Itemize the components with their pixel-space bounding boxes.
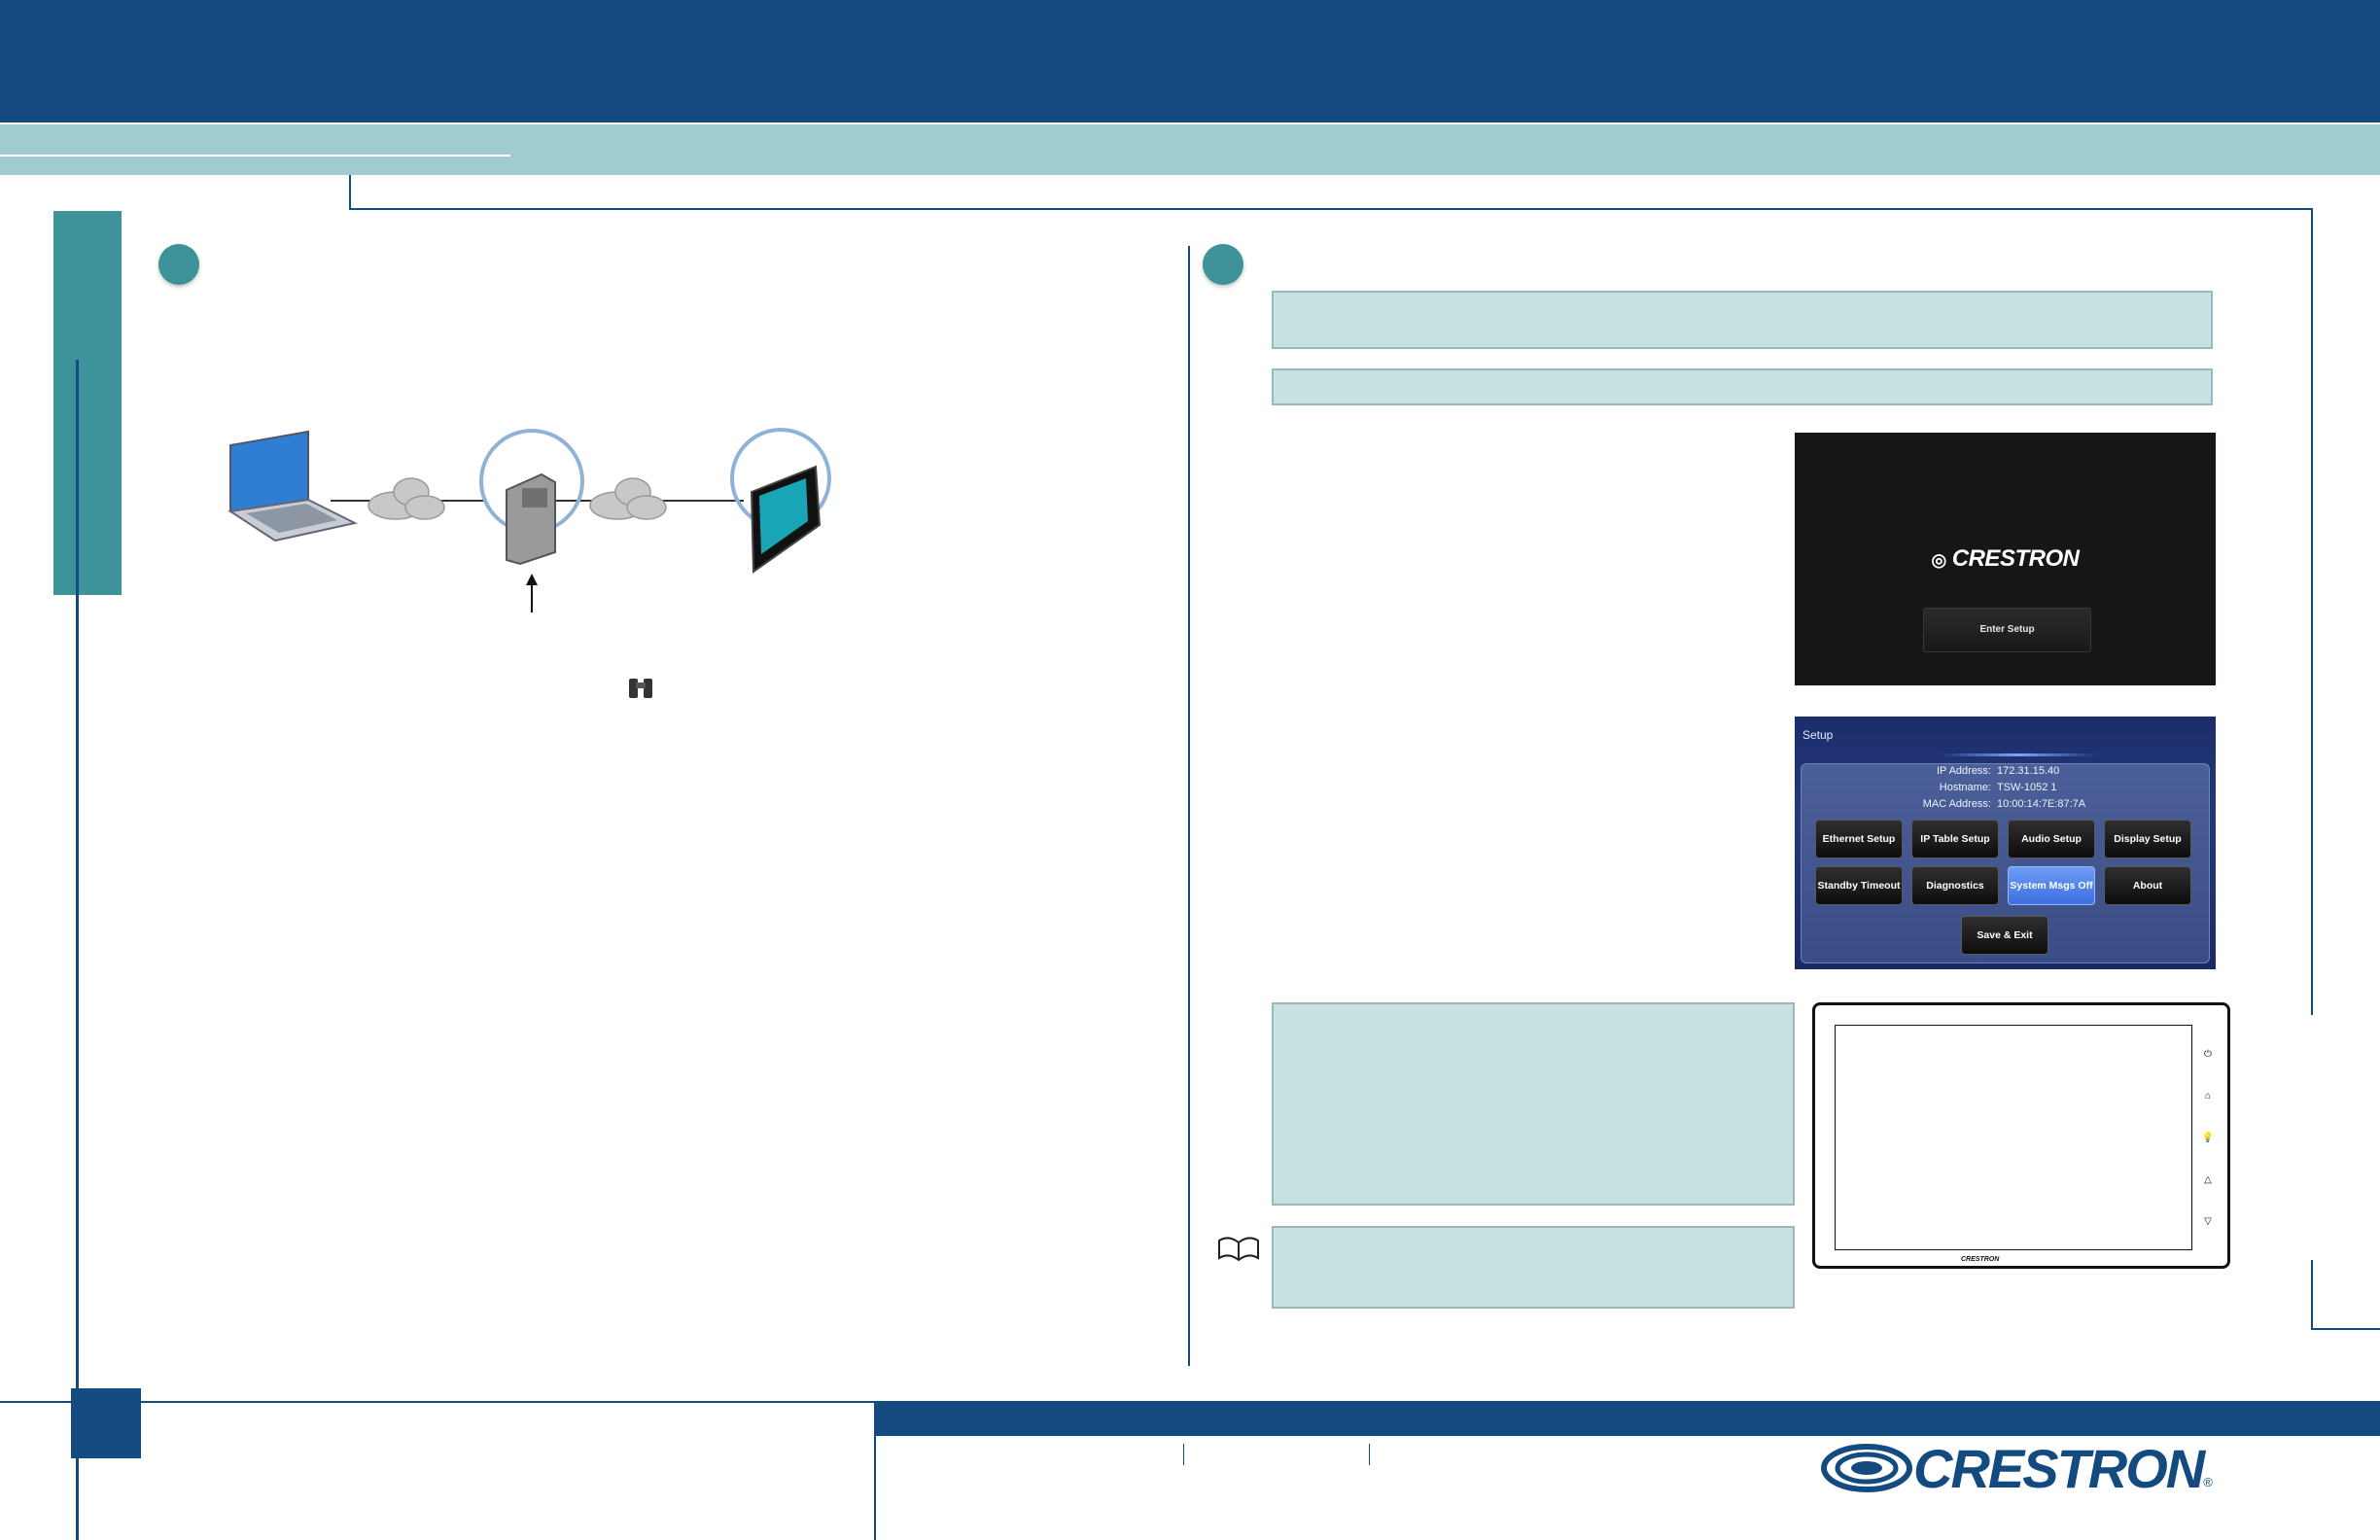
diagnostics-button[interactable]: Diagnostics — [1911, 866, 1999, 905]
touchscreen-icon — [750, 465, 822, 574]
ip-table-setup-button[interactable]: IP Table Setup — [1911, 820, 1999, 858]
save-exit-button[interactable]: Save & Exit — [1961, 916, 2048, 955]
up-triangle-icon: △ — [2204, 1174, 2212, 1185]
setup-screenshot: Setup IP Address: 172.31.15.40 Hostname: T… — [1795, 717, 2216, 969]
display-setup-button[interactable]: Display Setup — [2104, 820, 2191, 858]
crestron-swirl-icon — [1821, 1444, 1912, 1492]
subheader-divider — [0, 155, 510, 157]
header-bar — [0, 0, 2380, 122]
crestron-swirl-icon: ◎ — [1931, 550, 1947, 570]
ip-address-row: IP Address: 172.31.15.40 — [1936, 765, 2060, 777]
ethernet-setup-button[interactable]: Ethernet Setup — [1815, 820, 1903, 858]
info-box — [1272, 1002, 1795, 1206]
info-box — [1272, 368, 2213, 405]
cloud-icon — [589, 477, 667, 520]
footer-square — [71, 1388, 141, 1458]
side-rule — [76, 360, 79, 1540]
mac-address-row: MAC Address: 10:00:14:7E:87:7A — [1922, 798, 2086, 810]
column-divider — [1188, 246, 1190, 1366]
subheader-bar — [0, 124, 2380, 175]
standby-timeout-button[interactable]: Standby Timeout — [1815, 866, 1903, 905]
cloud-icon — [368, 477, 445, 520]
frame-line — [2311, 1260, 2313, 1330]
frame-line — [2311, 208, 2313, 1015]
frame-line — [349, 208, 1341, 210]
network-diagram — [228, 428, 831, 612]
device-screen — [1835, 1025, 2192, 1250]
about-button[interactable]: About — [2104, 866, 2191, 905]
splash-screenshot: ◎ CRESTRON Enter Setup — [1795, 433, 2216, 685]
footer-bar — [875, 1401, 2380, 1436]
footer-divider — [1369, 1444, 1370, 1465]
enter-setup-button[interactable]: Enter Setup — [1923, 608, 2091, 652]
frame-line — [1341, 208, 2313, 210]
frame-line — [2311, 1328, 2380, 1330]
title-glow — [1941, 753, 2096, 756]
step-marker — [158, 244, 199, 285]
footer-rule — [0, 1401, 875, 1403]
info-box — [1272, 291, 2213, 349]
device-brand: CRESTRON — [1961, 1256, 2000, 1263]
frame-line — [349, 175, 351, 210]
step-marker — [1203, 244, 1243, 285]
audio-setup-button[interactable]: Audio Setup — [2008, 820, 2095, 858]
router-icon — [506, 472, 556, 566]
lightbulb-icon: 💡 — [2201, 1133, 2215, 1143]
system-msgs-off-button[interactable]: System Msgs Off — [2008, 866, 2095, 905]
touchscreen-outline: ⏻ ⌂ 💡 △ ▽ CRESTRON — [1812, 1002, 2230, 1269]
crestron-logo: CRESTRON ® — [1820, 1438, 2213, 1499]
note-box — [1272, 1226, 1795, 1309]
book-icon — [1218, 1237, 1259, 1262]
setup-title: Setup — [1802, 728, 1834, 742]
power-icon: ⏻ — [2204, 1049, 2212, 1060]
footer-divider — [1183, 1444, 1184, 1465]
side-tab — [53, 211, 122, 595]
hostname-row: Hostname: TSW-1052 1 — [1939, 782, 2057, 793]
laptop-icon — [228, 430, 358, 542]
crestron-logo: ◎ CRESTRON — [1931, 545, 2080, 572]
home-icon: ⌂ — [2204, 1091, 2212, 1102]
binoculars-icon — [625, 673, 656, 702]
down-triangle-icon: ▽ — [2204, 1216, 2212, 1227]
